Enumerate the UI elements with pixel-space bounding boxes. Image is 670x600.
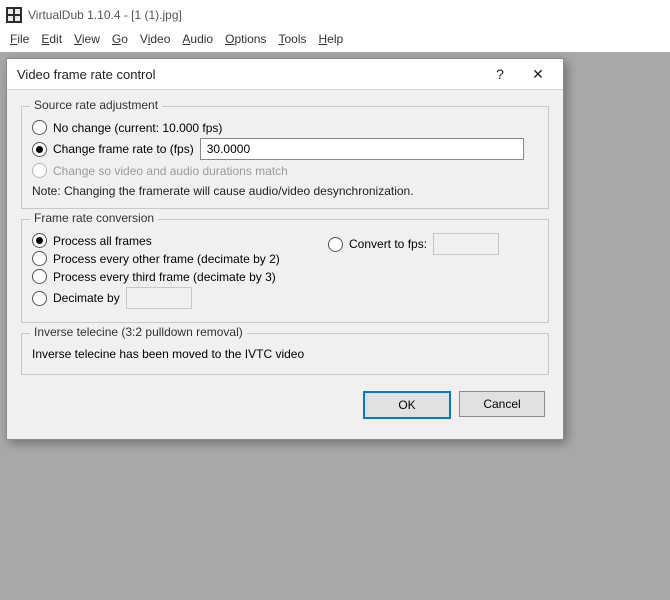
main-titlebar: VirtualDub 1.10.4 - [1 (1).jpg] <box>0 0 670 28</box>
menu-audio[interactable]: Audio <box>182 32 213 46</box>
cancel-button[interactable]: Cancel <box>459 391 545 417</box>
menu-go[interactable]: Go <box>112 32 128 46</box>
ok-button[interactable]: OK <box>363 391 451 419</box>
dialog-titlebar[interactable]: Video frame rate control ? ✕ <box>7 59 563 90</box>
radio-match-durations <box>32 163 47 178</box>
label-process-all: Process all frames <box>53 234 152 248</box>
source-rate-group: Source rate adjustment No change (curren… <box>21 106 549 209</box>
conversion-group: Frame rate conversion Process all frames… <box>21 219 549 323</box>
label-decimate-by: Decimate by <box>53 291 120 305</box>
input-change-fps[interactable]: 30.0000 <box>200 138 524 160</box>
radio-convert-fps[interactable] <box>328 237 343 252</box>
dialog-title: Video frame rate control <box>17 67 481 82</box>
label-every-third: Process every third frame (decimate by 3… <box>53 270 276 284</box>
framerate-note: Note: Changing the framerate will cause … <box>32 184 538 198</box>
label-every-other: Process every other frame (decimate by 2… <box>53 252 280 266</box>
radio-decimate-by[interactable] <box>32 291 47 306</box>
label-no-change: No change (current: 10.000 fps) <box>53 121 222 135</box>
ivtc-group: Inverse telecine (3:2 pulldown removal) … <box>21 333 549 375</box>
menu-edit[interactable]: Edit <box>41 32 62 46</box>
radio-change-fps[interactable] <box>32 142 47 157</box>
menubar: File Edit View Go Video Audio Options To… <box>0 28 670 55</box>
input-convert-fps[interactable] <box>433 233 499 255</box>
menu-help[interactable]: Help <box>319 32 344 46</box>
menu-tools[interactable]: Tools <box>278 32 306 46</box>
conversion-legend: Frame rate conversion <box>30 211 158 225</box>
ivtc-message: Inverse telecine has been moved to the I… <box>32 347 304 361</box>
framerate-dialog: Video frame rate control ? ✕ Source rate… <box>6 58 564 440</box>
radio-every-third[interactable] <box>32 269 47 284</box>
radio-every-other[interactable] <box>32 251 47 266</box>
ivtc-legend: Inverse telecine (3:2 pulldown removal) <box>30 325 247 339</box>
help-icon[interactable]: ? <box>481 63 519 85</box>
app-icon <box>6 7 22 23</box>
label-convert-fps: Convert to fps: <box>349 237 427 251</box>
label-match-durations: Change so video and audio durations matc… <box>53 164 288 178</box>
label-change-fps: Change frame rate to (fps) <box>53 142 194 156</box>
dialog-body: Source rate adjustment No change (curren… <box>7 90 563 439</box>
menu-options[interactable]: Options <box>225 32 266 46</box>
dialog-buttons: OK Cancel <box>19 385 551 431</box>
radio-no-change[interactable] <box>32 120 47 135</box>
radio-process-all[interactable] <box>32 233 47 248</box>
source-rate-legend: Source rate adjustment <box>30 98 162 112</box>
menu-video[interactable]: Video <box>140 32 171 46</box>
menu-file[interactable]: File <box>10 32 29 46</box>
app-title: VirtualDub 1.10.4 - [1 (1).jpg] <box>28 8 182 22</box>
close-icon[interactable]: ✕ <box>519 63 557 85</box>
input-decimate-by[interactable] <box>126 287 192 309</box>
menu-view[interactable]: View <box>74 32 100 46</box>
